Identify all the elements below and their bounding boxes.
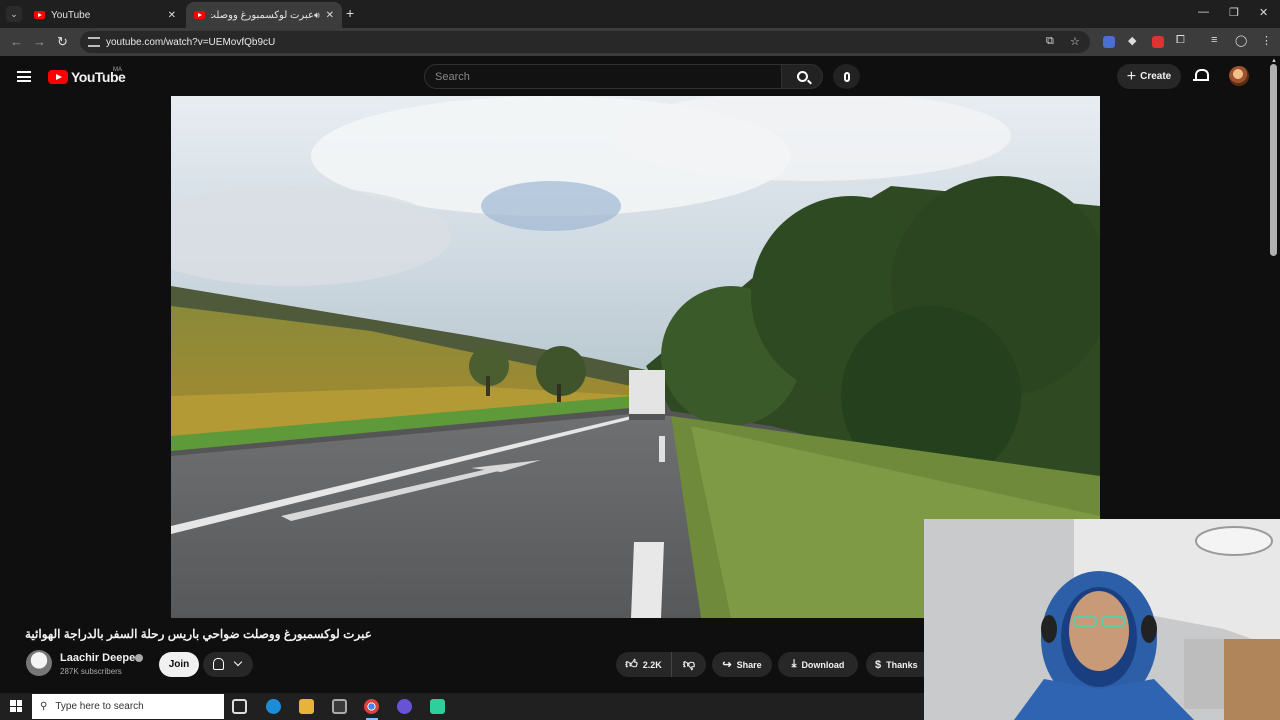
address-bar[interactable]: youtube.com/watch?v=UEMovfQb9cU ⧉ ☆ xyxy=(80,31,1090,53)
thumbs-down-icon: 👎︎ xyxy=(682,657,696,671)
download-label: Download xyxy=(801,659,845,670)
chrome-icon[interactable] xyxy=(364,699,379,714)
bell-icon xyxy=(213,658,224,670)
youtube-favicon-icon xyxy=(34,11,45,19)
subscriber-count: 287K subscribers xyxy=(60,667,122,676)
download-button[interactable]: ⤓ Download xyxy=(778,652,858,677)
tab-title: YouTube xyxy=(51,9,91,21)
streaming-app-icon[interactable] xyxy=(397,699,412,714)
webcam-frame xyxy=(924,519,1280,720)
notifications-bell-icon[interactable] xyxy=(1193,69,1209,83)
menu-icon[interactable] xyxy=(17,71,31,82)
media-control-icon[interactable]: ≡ xyxy=(1211,34,1217,46)
browser-menu-icon[interactable]: ⋮ xyxy=(1261,34,1272,47)
voice-search-button[interactable] xyxy=(833,64,860,89)
speaker-icon[interactable]: 🔊︎ xyxy=(314,10,320,21)
download-icon: ⤓ xyxy=(791,658,797,670)
app-icon[interactable] xyxy=(430,699,445,714)
windows-taskbar: ⚲ Type here to search xyxy=(0,693,924,720)
like-dislike-group: 👍︎ 2.2K 👎︎ xyxy=(616,652,706,677)
store-icon[interactable] xyxy=(332,699,347,714)
thumbs-up-icon: 👍︎ xyxy=(625,657,638,671)
page-scrollbar[interactable] xyxy=(1270,64,1277,256)
pdf-extension-icon[interactable] xyxy=(1152,36,1164,48)
search-icon xyxy=(796,71,808,82)
chevron-down-icon xyxy=(233,657,243,667)
share-button[interactable]: ↪ Share xyxy=(712,652,772,677)
tab-title: عبرت لوكسمبورغ ووصلت ض xyxy=(211,9,314,21)
install-app-icon[interactable]: ⧉ xyxy=(1046,35,1054,48)
subscription-bell-button[interactable] xyxy=(203,652,253,677)
youtube-play-icon xyxy=(48,70,68,84)
browser-tab-bar: ⌄ YouTube ✕ عبرت لوكسمبورغ ووصلت ض 🔊︎ ✕ … xyxy=(0,0,1280,28)
plus-icon: + xyxy=(1126,67,1137,85)
close-window-button[interactable]: ✕ xyxy=(1259,6,1268,19)
file-explorer-icon[interactable] xyxy=(299,699,314,714)
search-icon: ⚲ xyxy=(40,701,48,712)
back-arrow-icon[interactable]: ← xyxy=(10,34,23,49)
youtube-header: YouTube MA Search + Create xyxy=(0,56,1280,96)
search-input[interactable]: Search xyxy=(424,64,782,89)
thanks-label: Thanks xyxy=(886,659,918,670)
like-button[interactable]: 👍︎ 2.2K xyxy=(616,652,672,677)
windows-start-icon[interactable] xyxy=(10,700,22,712)
create-button[interactable]: + Create xyxy=(1117,64,1181,89)
extension-diamond-icon[interactable]: ◆ xyxy=(1128,34,1136,47)
account-avatar[interactable] xyxy=(1229,66,1249,86)
close-tab-icon[interactable]: ✕ xyxy=(168,10,176,21)
search-placeholder: Search xyxy=(435,70,470,83)
extensions-puzzle-icon[interactable]: ⧠ xyxy=(1176,34,1185,47)
profile-icon[interactable]: ◯ xyxy=(1235,34,1247,47)
site-info-icon[interactable] xyxy=(88,37,100,47)
share-arrow-icon: ↪ xyxy=(722,659,732,671)
channel-name[interactable]: Laachir Deeper xyxy=(60,652,139,664)
join-button[interactable]: Join xyxy=(159,652,199,677)
verified-badge-icon xyxy=(135,654,143,662)
edge-browser-icon[interactable] xyxy=(266,699,281,714)
taskbar-search-input[interactable]: ⚲ Type here to search xyxy=(32,694,224,719)
dislike-button[interactable]: 👎︎ xyxy=(672,657,706,672)
microphone-icon xyxy=(843,71,850,82)
webcam-overlay xyxy=(924,519,1280,720)
restore-button[interactable]: ❐ xyxy=(1229,6,1239,19)
forward-arrow-icon[interactable]: → xyxy=(33,34,46,49)
tab-search-icon[interactable]: ⌄ xyxy=(6,6,22,22)
share-label: Share xyxy=(736,659,762,670)
url-text: youtube.com/watch?v=UEMovfQb9cU xyxy=(106,36,276,48)
tab-youtube[interactable]: YouTube ✕ xyxy=(26,2,184,28)
create-label: Create xyxy=(1140,71,1172,82)
region-code: MA xyxy=(113,67,122,73)
video-title: عبرت لوكسمبورغ ووصلت ضواحي باريس رحلة ال… xyxy=(25,627,372,641)
tab-video[interactable]: عبرت لوكسمبورغ ووصلت ض 🔊︎ ✕ xyxy=(186,2,342,28)
task-view-icon[interactable] xyxy=(232,699,247,714)
reload-icon[interactable]: ↻ xyxy=(57,34,68,50)
bookmark-star-icon[interactable]: ☆ xyxy=(1070,35,1080,48)
translate-extension-icon[interactable] xyxy=(1103,36,1115,48)
close-tab-icon[interactable]: ✕ xyxy=(326,10,334,21)
thanks-heart-icon: $ xyxy=(875,658,882,671)
search-button[interactable] xyxy=(781,64,823,89)
new-tab-button[interactable]: + xyxy=(346,5,354,21)
like-count: 2.2K xyxy=(642,659,662,670)
youtube-favicon-icon xyxy=(194,11,205,19)
channel-avatar[interactable] xyxy=(26,650,52,676)
minimize-button[interactable]: — xyxy=(1198,6,1209,18)
taskbar-search-placeholder: Type here to search xyxy=(55,701,144,712)
browser-toolbar: ← → ↻ youtube.com/watch?v=UEMovfQb9cU ⧉ … xyxy=(0,28,1280,56)
